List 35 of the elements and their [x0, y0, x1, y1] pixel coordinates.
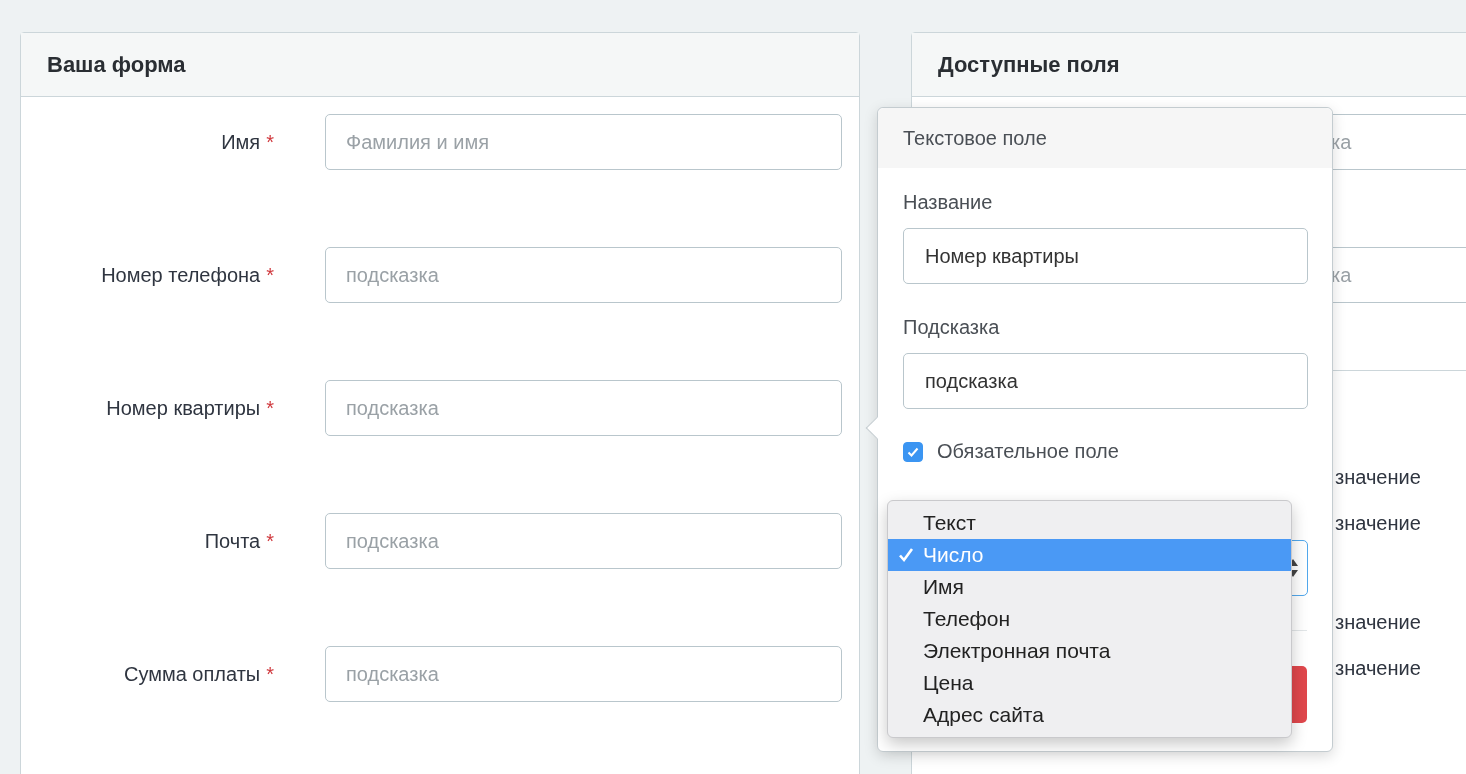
option-label: значение — [1335, 511, 1422, 535]
input-field[interactable]: подсказка — [325, 513, 842, 569]
required-asterisk: * — [266, 130, 274, 154]
hint-input[interactable]: подсказка — [903, 353, 1308, 409]
checkbox[interactable] — [903, 441, 923, 462]
option-label: значение — [1335, 656, 1422, 680]
field-label: Подсказка — [903, 315, 1001, 339]
input-field[interactable]: подсказка — [325, 247, 842, 303]
name-input[interactable]: Номер квартиры — [903, 228, 1308, 284]
field-label: Номер телефона — [101, 263, 261, 287]
option-label: значение — [1335, 610, 1422, 634]
required-asterisk: * — [266, 396, 274, 420]
field-label: Название — [903, 190, 994, 214]
input-field[interactable]: подсказка — [325, 380, 842, 436]
required-asterisk: * — [266, 662, 274, 686]
check-icon — [896, 546, 915, 564]
field-label: Сумма оплаты — [123, 662, 261, 686]
required-asterisk: * — [266, 529, 274, 553]
input-field[interactable]: Фамилия и имя — [325, 114, 842, 170]
card-title: Ваша форма — [47, 51, 186, 78]
option-label: значение — [1335, 465, 1422, 489]
field-label: Номер квартиры — [106, 396, 261, 420]
field-label: Почта — [204, 529, 261, 553]
menu-item[interactable]: Текст — [888, 507, 1291, 539]
menu-item[interactable]: Электронная почта — [888, 635, 1291, 667]
menu-item[interactable]: Цена — [888, 667, 1291, 699]
menu-item[interactable]: Имя — [888, 571, 1291, 603]
card-title: Доступные поля — [938, 51, 1120, 78]
popover-title: Текстовое поле — [903, 126, 1047, 150]
menu-item[interactable]: Адрес сайта — [888, 699, 1291, 731]
checkbox-label: Обязательное поле — [937, 440, 1119, 463]
menu-item[interactable]: Телефон — [888, 603, 1291, 635]
required-asterisk: * — [266, 263, 274, 287]
input-field[interactable]: подсказка — [325, 646, 842, 702]
field-label: Имя — [221, 130, 261, 154]
